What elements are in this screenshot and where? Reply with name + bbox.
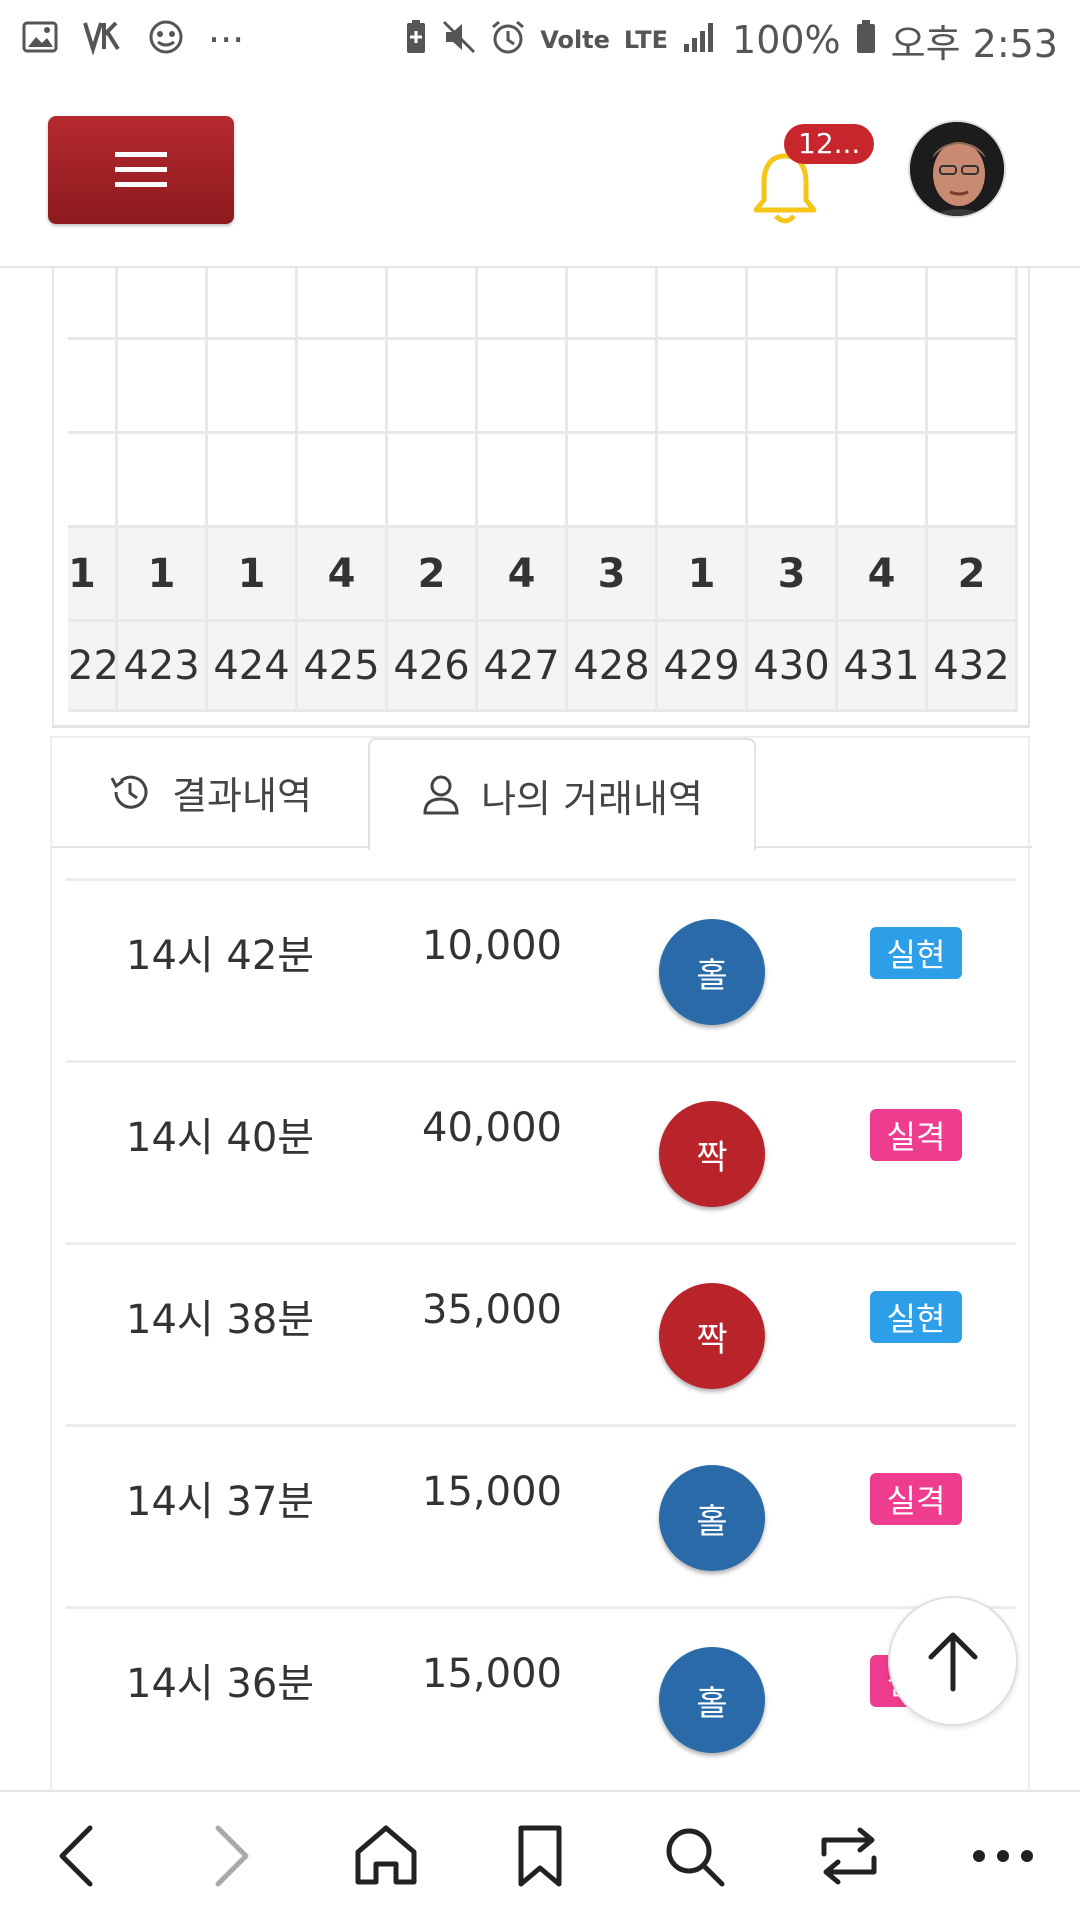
bookmark-button[interactable] [495, 1811, 585, 1901]
signal-icon [682, 20, 718, 60]
more-button[interactable] [958, 1811, 1048, 1901]
tab-results-label: 결과내역 [172, 773, 312, 818]
battery-percent: 100% [732, 18, 841, 62]
tab-my-trades-label: 나의 거래내역 [481, 776, 703, 821]
grid-row-numbers: 1 1 1 4 2 4 3 1 3 4 2 [68, 528, 1018, 622]
user-icon [423, 775, 459, 815]
more-notifications: ··· [208, 18, 245, 62]
grid-round-id: 424 [208, 622, 298, 709]
tab-results[interactable]: 결과내역 [52, 738, 368, 848]
result-badge: 실격 [870, 1473, 962, 1525]
grid-number: 1 [658, 528, 748, 619]
grid-round-id: 428 [568, 622, 658, 709]
avatar[interactable] [908, 120, 1006, 218]
tab-empty [756, 738, 1032, 848]
list-item: 14시 36분 15,000 홀 실격 [66, 1606, 1016, 1788]
trade-amount: 15,000 [422, 1469, 562, 1515]
grid-round-id: 427 [478, 622, 568, 709]
result-badge: 실격 [870, 1109, 962, 1161]
forward-button[interactable] [186, 1811, 276, 1901]
volte-sim-icon [82, 19, 124, 61]
grid-row-empty [68, 340, 1018, 434]
trade-amount: 15,000 [422, 1651, 562, 1697]
grid-row-round-ids: 22 423 424 425 426 427 428 429 430 431 4… [68, 622, 1018, 712]
volte-label: Volte [540, 26, 610, 54]
more-icon [972, 1850, 1033, 1862]
app-header: 12... [0, 80, 1080, 268]
trade-amount: 35,000 [422, 1287, 562, 1333]
battery-icon [855, 19, 877, 61]
list-item: 14시 42분 10,000 홀 실현 [66, 878, 1016, 1060]
grid-round-id: 429 [658, 622, 748, 709]
back-icon [59, 1825, 93, 1887]
battery-saver-icon [404, 19, 428, 61]
emoji-app-icon [148, 19, 184, 61]
grid-round-id: 423 [118, 622, 208, 709]
forward-icon [215, 1825, 249, 1887]
scroll-to-top-button[interactable] [888, 1596, 1018, 1726]
grid-round-id: 432 [928, 622, 1018, 709]
notification-badge: 12... [784, 124, 875, 164]
status-bar: ··· Volte LTE 100% 오후 2:53 [0, 0, 1080, 80]
app-screen: ··· Volte LTE 100% 오후 2:53 12... 1 1 1 4… [0, 0, 1080, 1920]
grid-number: 1 [208, 528, 298, 619]
grid-row-empty [68, 434, 1018, 528]
trade-time: 14시 38분 [126, 1297, 315, 1343]
mute-icon [442, 20, 476, 60]
grid-number: 4 [298, 528, 388, 619]
tabs-switch-icon [821, 1827, 877, 1885]
arrow-up-icon [928, 1632, 978, 1692]
grid-number: 3 [748, 528, 838, 619]
tab-my-trades[interactable]: 나의 거래내역 [368, 738, 756, 850]
tabs-button[interactable] [804, 1811, 894, 1901]
history-icon [110, 775, 148, 809]
home-icon [355, 1825, 417, 1885]
grid-number: 3 [568, 528, 658, 619]
pick-badge: 홀 [659, 919, 765, 1025]
trade-time: 14시 37분 [126, 1479, 315, 1525]
clock: 오후 2:53 [890, 21, 1058, 66]
grid-number: 4 [838, 528, 928, 619]
trade-time: 14시 42분 [126, 933, 315, 979]
pick-badge: 짝 [659, 1101, 765, 1207]
grid-round-id: 22 [68, 622, 119, 709]
menu-button[interactable] [48, 116, 234, 224]
trade-time: 14시 36분 [126, 1661, 315, 1707]
grid-number: 2 [388, 528, 478, 619]
search-icon [666, 1828, 725, 1887]
hamburger-menu-icon [115, 152, 167, 187]
grid-round-id: 426 [388, 622, 478, 709]
grid-number: 1 [118, 528, 208, 619]
browser-bottom-nav [0, 1790, 1080, 1920]
trade-amount: 40,000 [422, 1105, 562, 1151]
history-panel: 결과내역 나의 거래내역 14시 42분 10,000 홀 실현 14시 40분… [50, 736, 1032, 1790]
grid-round-id: 425 [298, 622, 388, 709]
grid-row-empty [68, 268, 1018, 340]
home-button[interactable] [341, 1811, 431, 1901]
pick-badge: 홀 [659, 1647, 765, 1753]
grid-round-id: 430 [748, 622, 838, 709]
gallery-icon [22, 21, 58, 59]
grid-number: 4 [478, 528, 568, 619]
list-item: 14시 40분 40,000 짝 실격 [66, 1060, 1016, 1242]
trade-history-list: 14시 42분 10,000 홀 실현 14시 40분 40,000 짝 실격 … [66, 878, 1016, 1788]
grid-number: 1 [68, 528, 118, 619]
pick-badge: 홀 [659, 1465, 765, 1571]
grid-number: 2 [928, 528, 1018, 619]
pick-badge: 짝 [659, 1283, 765, 1389]
result-badge: 실현 [870, 927, 962, 979]
trade-amount: 10,000 [422, 923, 562, 969]
result-grid: 1 1 1 4 2 4 3 1 3 4 2 22 423 424 425 426… [52, 268, 1030, 728]
back-button[interactable] [32, 1811, 122, 1901]
trade-time: 14시 40분 [126, 1115, 315, 1161]
network-type: LTE [623, 26, 669, 54]
search-button[interactable] [649, 1811, 739, 1901]
list-item: 14시 38분 35,000 짝 실현 [66, 1242, 1016, 1424]
bookmark-icon [518, 1825, 562, 1887]
list-item: 14시 37분 15,000 홀 실격 [66, 1424, 1016, 1606]
result-badge: 실현 [870, 1291, 962, 1343]
alarm-icon [490, 19, 526, 61]
grid-round-id: 431 [838, 622, 928, 709]
